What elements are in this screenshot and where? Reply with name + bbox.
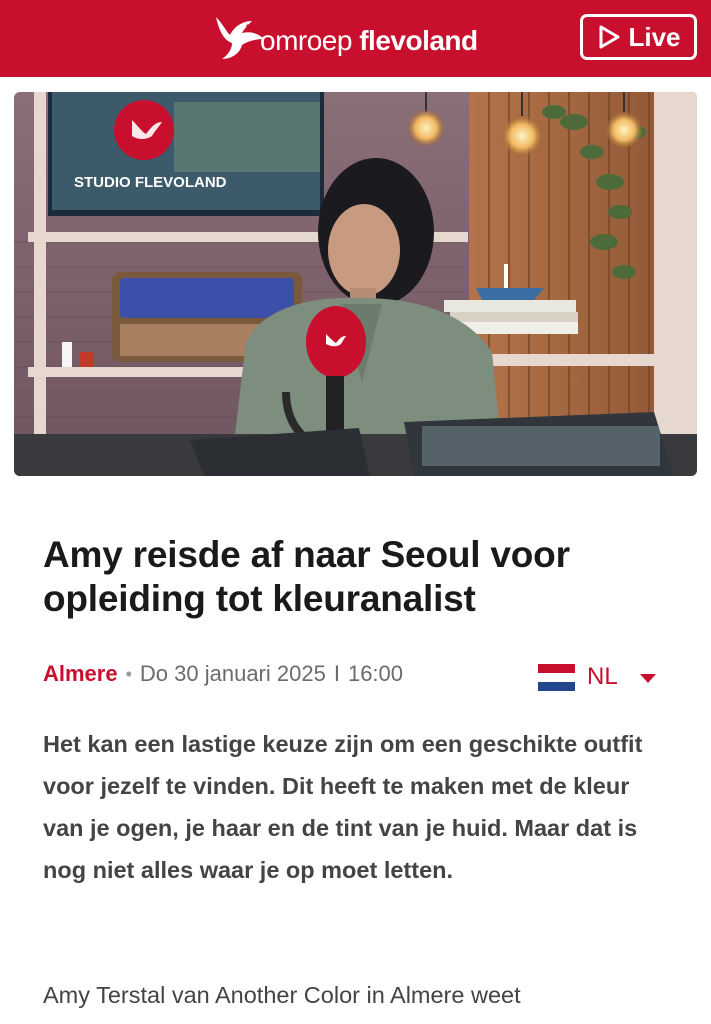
bird-logo-icon xyxy=(216,17,264,59)
live-label: Live xyxy=(628,21,681,52)
article-intro: Het kan een lastige keuze zijn om een ge… xyxy=(43,731,643,883)
site-header: omroep flevoland Live xyxy=(0,0,711,77)
flag-stripe-white xyxy=(538,672,575,682)
brand-name-light: omroep xyxy=(260,25,360,56)
article-hero-image: STUDIO FLEVOLAND xyxy=(14,92,697,476)
language-selector[interactable]: NL xyxy=(538,661,656,693)
article-time: 16:00 xyxy=(347,661,404,686)
live-button[interactable]: Live xyxy=(580,14,697,60)
article-location[interactable]: Almere xyxy=(43,661,118,687)
flag-stripe-blue xyxy=(538,681,575,691)
meta-dot-separator: • xyxy=(125,663,132,684)
omroep-flevoland-logo[interactable]: omroep flevoland xyxy=(208,10,478,66)
brand-name-bold: flevoland xyxy=(359,25,478,56)
brand-name: omroep flevoland xyxy=(260,25,478,57)
article-meta: Almere • Do 30 januari 2025 I 16:00 xyxy=(43,660,403,688)
netherlands-flag-icon xyxy=(538,663,575,691)
meta-separator: I xyxy=(333,661,340,686)
play-icon xyxy=(599,25,620,49)
studio-photo: STUDIO FLEVOLAND xyxy=(14,92,697,476)
article-date: Do 30 januari 2025 xyxy=(139,661,326,686)
article-title: Amy reisde af naar Seoul voor opleiding … xyxy=(43,534,570,619)
flag-stripe-red xyxy=(538,663,575,673)
language-label: NL xyxy=(587,663,618,690)
article-body-paragraph: Amy Terstal van Another Color in Almere … xyxy=(43,982,521,1008)
studio-sign-text: STUDIO FLEVOLAND xyxy=(74,174,227,191)
caret-down-icon xyxy=(639,674,656,683)
